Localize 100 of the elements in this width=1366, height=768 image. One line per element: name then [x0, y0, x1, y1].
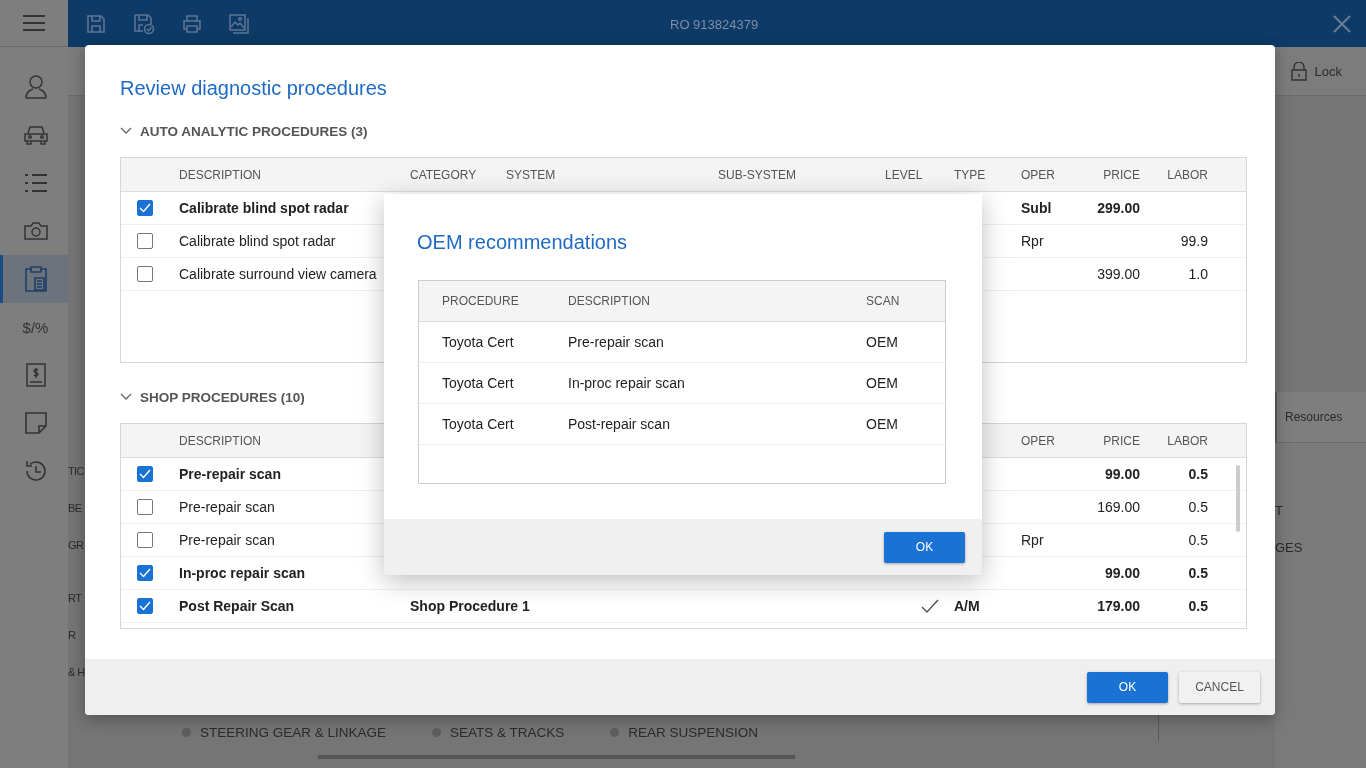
print-icon[interactable] — [182, 13, 202, 34]
checkbox[interactable] — [137, 499, 153, 515]
checkbox[interactable] — [137, 233, 153, 249]
background-label: RT — [68, 591, 83, 606]
column-header: DESCRIPTION — [179, 433, 261, 448]
column-header: PRICE — [1103, 167, 1140, 182]
category-tab[interactable]: REAR SUSPENSION — [610, 725, 759, 740]
column-header: SUB-SYSTEM — [718, 167, 796, 182]
images-icon[interactable] — [229, 13, 249, 34]
column-header: DESCRIPTION — [568, 294, 650, 308]
table-cell: 99.00 — [1104, 565, 1140, 581]
table-cell: OEM — [866, 334, 898, 350]
checkbox[interactable] — [137, 532, 153, 548]
person-icon — [24, 75, 47, 99]
column-header: SCAN — [866, 294, 900, 308]
ok-button[interactable]: OK — [884, 531, 965, 563]
table-cell: 99.9 — [1180, 233, 1208, 249]
table-cell: Shop Procedure 1 — [410, 598, 530, 614]
column-header: PROCEDURE — [442, 294, 519, 308]
background-label: GES — [1275, 540, 1304, 556]
section-heading: AUTO ANALYTIC PROCEDURES (3) — [140, 123, 368, 139]
table-cell: 0.5 — [1188, 499, 1208, 515]
table-cell: 0.5 — [1188, 466, 1208, 482]
table-cell: Calibrate surround view camera — [179, 266, 377, 282]
column-header: PRICE — [1103, 433, 1140, 448]
background-label: BE — [68, 501, 83, 516]
column-header: LEVEL — [885, 167, 923, 182]
table-cell: Calibrate blind spot radar — [179, 233, 336, 249]
checkbox[interactable] — [137, 565, 153, 581]
background-label: & H — [68, 665, 85, 680]
table-cell: Rpr — [1021, 532, 1044, 548]
column-header: DESCRIPTION — [179, 167, 261, 182]
column-header: LABOR — [1167, 433, 1208, 448]
table-cell: Pre-repair scan — [179, 466, 281, 482]
table-cell: In-proc repair scan — [179, 565, 306, 581]
background-label: T — [1275, 503, 1284, 519]
table-cell: Subl — [1021, 200, 1052, 216]
table-cell: Toyota Cert — [442, 334, 514, 350]
list-icon — [24, 173, 47, 193]
sidebar-item[interactable]: $/% — [0, 303, 68, 351]
background-label: R — [68, 628, 77, 643]
clipboard-icon — [24, 266, 47, 292]
column-header: TYPE — [954, 167, 986, 182]
table-cell: Pre-repair scan — [179, 532, 275, 548]
table-cell: In-proc repair scan — [568, 375, 685, 391]
camera-icon — [23, 221, 48, 241]
table-cell: Toyota Cert — [442, 375, 514, 391]
column-header: LABOR — [1167, 167, 1208, 182]
column-header: OPER — [1021, 167, 1055, 182]
checkbox[interactable] — [137, 266, 153, 282]
table-cell: Calibrate blind spot radar — [179, 200, 349, 216]
chevron-down-icon[interactable] — [120, 127, 132, 135]
save-icon[interactable] — [86, 13, 106, 34]
table-cell: 0.5 — [1188, 532, 1208, 548]
table-cell: 1.0 — [1188, 266, 1208, 282]
resources-tab[interactable]: Resources — [1285, 410, 1343, 424]
table-cell: Pre-repair scan — [568, 334, 664, 350]
background-label: TIC — [68, 464, 85, 479]
checkbox[interactable] — [137, 598, 153, 614]
table-cell: 99.00 — [1104, 466, 1140, 482]
dialog-title: Review diagnostic procedures — [120, 77, 388, 99]
table-cell: 179.00 — [1097, 598, 1140, 614]
scrollbar-thumb[interactable] — [1236, 465, 1240, 532]
table-cell: OEM — [866, 375, 898, 391]
table-cell: Post-repair scan — [568, 416, 670, 432]
table-cell: Rpr — [1021, 233, 1044, 249]
column-header: OPER — [1021, 433, 1055, 448]
column-header: CATEGORY — [410, 167, 477, 182]
table-cell: A/M — [954, 598, 980, 614]
table-cell: 0.5 — [1188, 598, 1208, 614]
lock-button[interactable]: Lock — [1290, 61, 1342, 81]
history-icon — [23, 459, 48, 483]
window-title: RO 913824379 — [670, 17, 759, 32]
car-icon — [23, 125, 48, 145]
chevron-down-icon[interactable] — [120, 393, 132, 401]
note-icon — [24, 412, 47, 434]
sidebar-item[interactable] — [0, 255, 68, 303]
dollar-percent-icon: $/% — [22, 318, 49, 336]
invoice-icon — [25, 363, 46, 387]
table-cell: 169.00 — [1097, 499, 1140, 515]
table-cell: 0.5 — [1188, 565, 1208, 581]
table-cell: Pre-repair scan — [179, 499, 275, 515]
checkbox[interactable] — [137, 466, 153, 482]
save-check-icon[interactable] — [133, 12, 155, 35]
table-cell: 299.00 — [1097, 200, 1140, 216]
background-label: GR — [68, 538, 85, 553]
close-icon[interactable] — [1333, 14, 1351, 33]
ok-button[interactable]: OK — [1087, 671, 1168, 703]
table-cell: OEM — [866, 416, 898, 432]
checkbox[interactable] — [137, 200, 153, 216]
category-tab[interactable]: STEERING GEAR & LINKAGE — [182, 725, 387, 740]
section-heading: SHOP PROCEDURES (10) — [140, 389, 305, 405]
lock-icon — [1290, 61, 1307, 81]
table-cell: Post Repair Scan — [179, 598, 295, 614]
dialog-title: OEM recommendations — [417, 231, 629, 253]
column-header: SYSTEM — [506, 167, 556, 182]
cancel-button[interactable]: CANCEL — [1179, 671, 1260, 703]
category-tab[interactable]: SEATS & TRACKS — [432, 725, 565, 740]
table-cell: 399.00 — [1097, 266, 1140, 282]
menu-icon[interactable] — [23, 15, 45, 31]
